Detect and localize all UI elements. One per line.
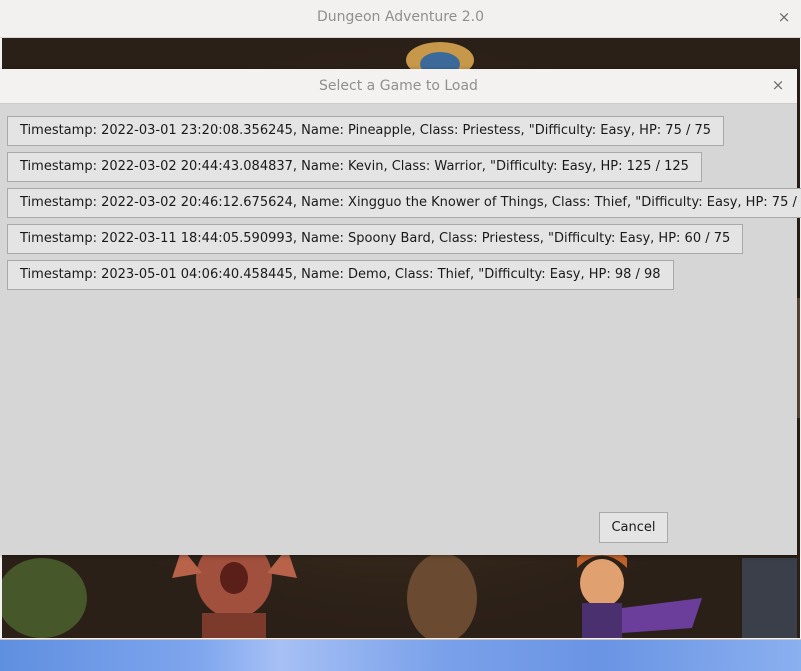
- cancel-button[interactable]: Cancel: [599, 512, 668, 543]
- dialog-titlebar[interactable]: Select a Game to Load ×: [0, 69, 797, 104]
- save-game-button[interactable]: Timestamp: 2022-03-02 20:44:43.084837, N…: [7, 152, 702, 182]
- main-titlebar[interactable]: Dungeon Adventure 2.0 ×: [0, 0, 801, 38]
- save-game-button[interactable]: Timestamp: 2023-05-01 04:06:40.458445, N…: [7, 260, 674, 290]
- close-icon[interactable]: ×: [775, 8, 793, 26]
- load-game-dialog: Select a Game to Load × Timestamp: 2022-…: [0, 69, 801, 555]
- save-game-button[interactable]: Timestamp: 2022-03-01 23:20:08.356245, N…: [7, 116, 725, 146]
- save-game-list: Timestamp: 2022-03-01 23:20:08.356245, N…: [7, 116, 801, 296]
- save-game-button[interactable]: Timestamp: 2022-03-02 20:46:12.675624, N…: [7, 188, 801, 218]
- dialog-title: Select a Game to Load: [319, 78, 478, 94]
- save-game-button[interactable]: Timestamp: 2022-03-11 18:44:05.590993, N…: [7, 224, 744, 254]
- close-icon[interactable]: ×: [769, 76, 787, 94]
- main-window-title: Dungeon Adventure 2.0: [316, 9, 485, 25]
